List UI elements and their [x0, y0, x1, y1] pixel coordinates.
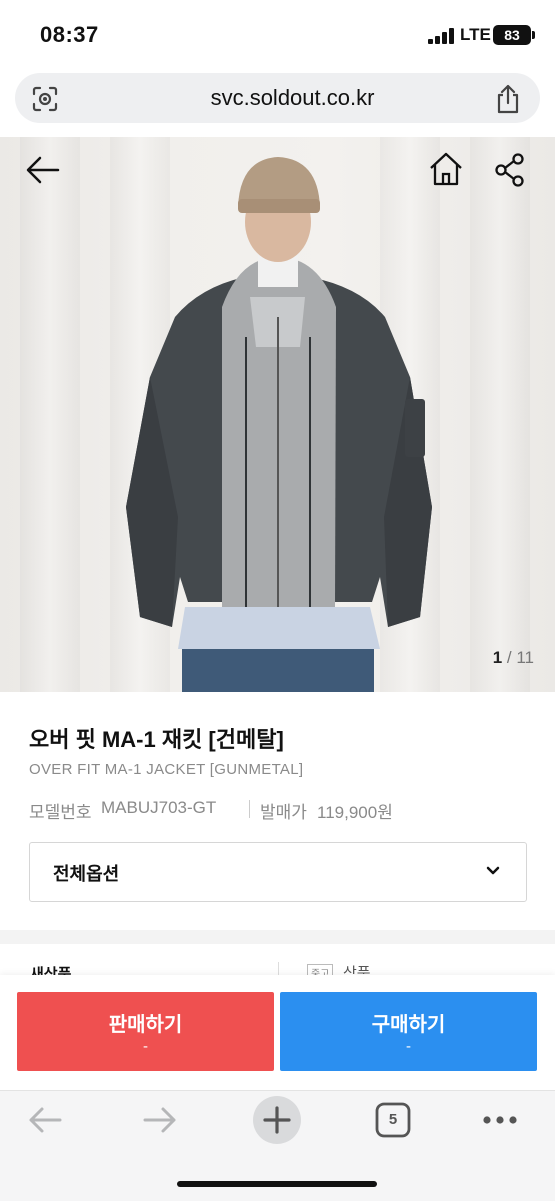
browser-back-icon[interactable]: [26, 1104, 64, 1136]
tabs-count[interactable]: 5: [375, 1102, 411, 1138]
image-counter-total: / 11: [506, 648, 534, 667]
jacket-photo: [126, 157, 432, 692]
status-time: 08:37: [40, 22, 99, 47]
home-icon[interactable]: [427, 150, 465, 188]
sell-button-label: 판매하기: [108, 1014, 183, 1036]
share-page-icon[interactable]: [494, 84, 522, 114]
sell-button-price: -: [143, 1038, 148, 1055]
new-tab-button[interactable]: [253, 1096, 301, 1144]
battery-level: 83: [493, 25, 531, 45]
product-subtitle: OVER FIT MA-1 JACKET [GUNMETAL]: [29, 761, 304, 778]
buy-button[interactable]: 구매하기 -: [280, 992, 537, 1071]
sell-button[interactable]: 판매하기 -: [17, 992, 274, 1071]
release-price-value: 119,900원: [317, 803, 393, 822]
image-counter-current: 1: [492, 648, 503, 667]
option-select-label[interactable]: 전체옵션: [53, 860, 119, 886]
url-text[interactable]: svc.soldout.co.kr: [15, 73, 555, 123]
new-items-tab[interactable]: 새상품: [30, 963, 71, 975]
section-separator: [0, 930, 555, 944]
browser-forward-icon[interactable]: [141, 1104, 179, 1136]
release-price-label: 발매가: [260, 803, 307, 822]
plus-icon: [263, 1106, 291, 1134]
network-type: LTE: [460, 25, 491, 44]
back-arrow-icon[interactable]: [24, 152, 62, 188]
buy-button-label: 구매하기: [371, 1014, 446, 1036]
model-number-label: 모델번호: [29, 803, 92, 822]
home-indicator: [177, 1181, 377, 1187]
chevron-down-icon[interactable]: [484, 862, 502, 880]
battery-icon: [532, 31, 535, 39]
product-image[interactable]: [0, 137, 555, 692]
product-title: 오버 핏 MA-1 재킷 [건메탈]: [29, 727, 284, 752]
buy-button-price: -: [406, 1038, 411, 1055]
image-counter: 1 / 11: [472, 648, 534, 668]
used-items-tab[interactable]: 상품: [343, 962, 371, 974]
share-icon[interactable]: [494, 152, 526, 188]
signal-icon: [428, 28, 454, 44]
model-number-value: MABUJ703-GT: [101, 798, 217, 817]
more-icon[interactable]: [481, 1110, 519, 1130]
info-divider: [249, 800, 250, 818]
address-bar[interactable]: svc.soldout.co.kr: [15, 73, 540, 123]
lens-icon[interactable]: [32, 86, 58, 112]
